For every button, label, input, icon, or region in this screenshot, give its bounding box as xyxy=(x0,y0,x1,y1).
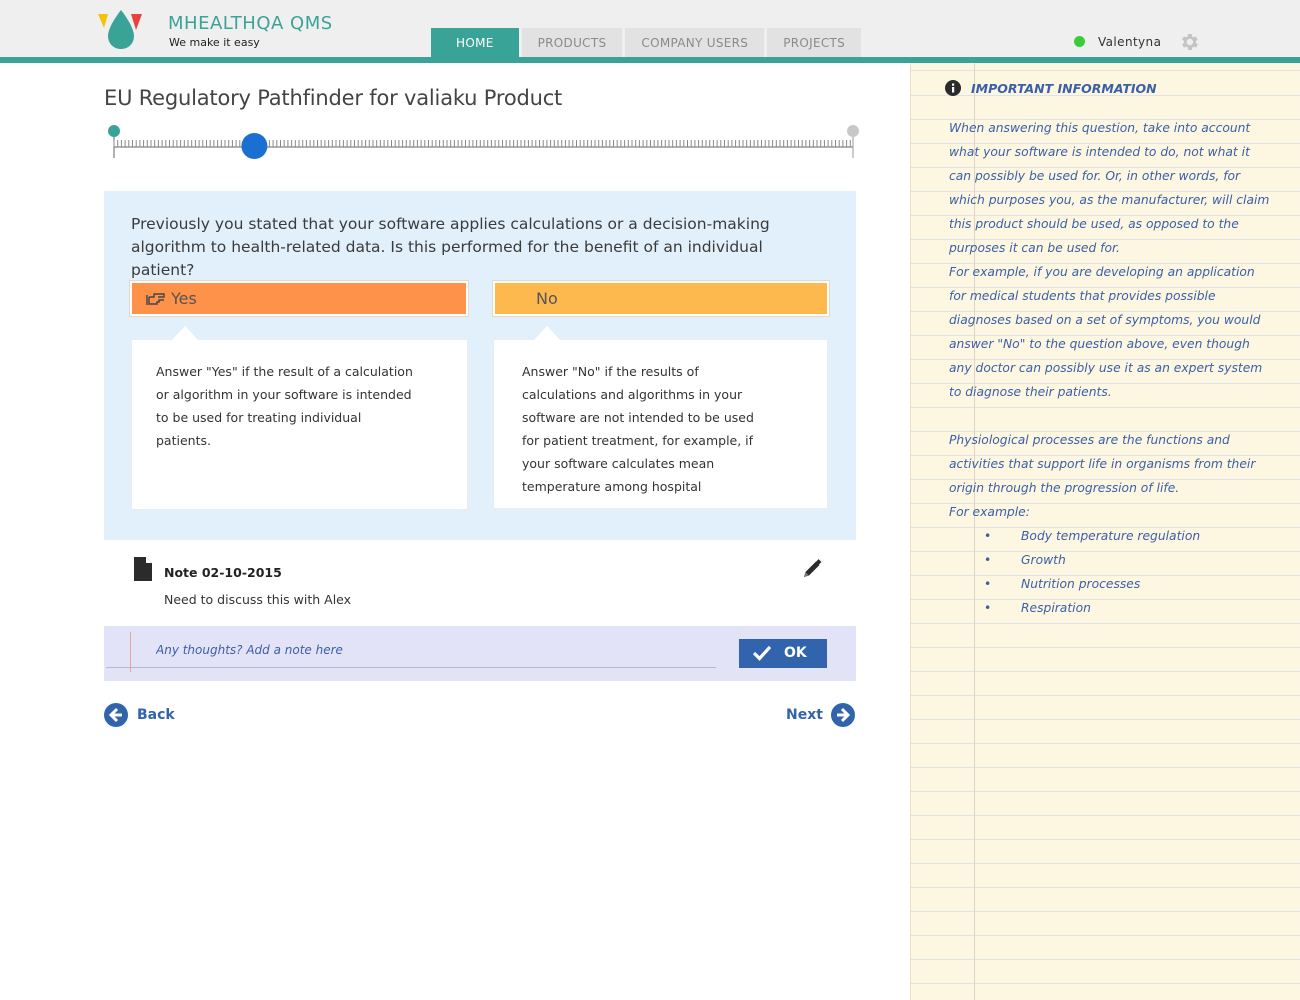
card-pointer xyxy=(534,326,560,340)
no-label: No xyxy=(536,289,558,308)
pointing-hand-icon xyxy=(146,293,165,305)
no-button[interactable]: No xyxy=(493,281,829,316)
question-text: Previously you stated that your software… xyxy=(131,215,770,279)
next-label: Next xyxy=(786,707,823,723)
logo-icon[interactable] xyxy=(98,10,144,50)
user-name[interactable]: Valentyna xyxy=(1098,35,1161,49)
list-item: Growth xyxy=(949,548,1271,572)
list-item: Body temperature regulation xyxy=(949,524,1271,548)
sidebar-paragraph: For example: xyxy=(949,505,1030,519)
yes-label: Yes xyxy=(171,289,197,308)
page-title: EU Regulatory Pathfinder for valiaku Pro… xyxy=(104,86,563,110)
online-status-indicator xyxy=(1074,36,1085,47)
note-text: Need to discuss this with Alex xyxy=(164,592,352,607)
header: MHEALTHQA QMS We make it easy HOME PRODU… xyxy=(0,0,1300,57)
brand-name: MHEALTHQA QMS xyxy=(168,13,333,34)
progress-slider[interactable] xyxy=(104,122,864,166)
check-icon xyxy=(753,645,771,661)
sidebar-edge xyxy=(910,63,911,1000)
yes-explanation-text: Answer "Yes" if the result of a calculat… xyxy=(156,364,413,448)
main-nav: HOME PRODUCTS COMPANY USERS PROJECTS xyxy=(431,28,862,57)
list-item: Respiration xyxy=(949,596,1271,620)
back-label: Back xyxy=(137,707,175,723)
note-input-panel: OK xyxy=(104,626,856,681)
slider-end-dot xyxy=(847,125,859,137)
tab-products[interactable]: PRODUCTS xyxy=(521,28,623,57)
list-item: Nutrition processes xyxy=(949,572,1271,596)
note-input[interactable] xyxy=(106,632,716,668)
progress-track xyxy=(108,125,859,159)
tab-company-users[interactable]: COMPANY USERS xyxy=(625,28,765,57)
slider-handle[interactable] xyxy=(241,133,268,159)
sidebar-body: When answering this question, take into … xyxy=(949,116,1271,620)
ok-button[interactable]: OK xyxy=(739,639,827,668)
question-panel: Previously you stated that your software… xyxy=(104,191,856,540)
sidebar-paragraph: Physiological processes are the function… xyxy=(949,433,1256,495)
info-sidebar: IMPORTANT INFORMATION When answering thi… xyxy=(910,63,1300,1000)
ok-label: OK xyxy=(784,645,807,661)
slider-start-dot xyxy=(108,125,120,137)
no-explanation-card: Answer "No" if the results of calculatio… xyxy=(493,326,828,509)
arrow-right-circle-icon xyxy=(831,703,855,727)
yes-button[interactable]: Yes xyxy=(130,281,468,316)
note-title: Note 02-10-2015 xyxy=(164,565,282,580)
pencil-icon[interactable] xyxy=(801,558,823,580)
gear-icon[interactable] xyxy=(1178,31,1200,53)
sidebar-paragraph: When answering this question, take into … xyxy=(949,121,1270,255)
brand-tagline: We make it easy xyxy=(169,36,260,49)
card-pointer xyxy=(172,326,198,340)
document-icon xyxy=(134,557,152,581)
tab-projects[interactable]: PROJECTS xyxy=(767,28,862,57)
arrow-left-circle-icon xyxy=(104,703,128,727)
tab-home[interactable]: HOME xyxy=(431,28,519,57)
no-explanation-text: Answer "No" if the results of calculatio… xyxy=(522,364,754,494)
info-icon xyxy=(945,80,961,96)
examples-list: Body temperature regulation Growth Nutri… xyxy=(949,524,1271,620)
sidebar-paragraph: For example, if you are developing an ap… xyxy=(949,265,1263,399)
yes-explanation-card: Answer "Yes" if the result of a calculat… xyxy=(131,326,468,510)
sidebar-title: IMPORTANT INFORMATION xyxy=(971,81,1157,96)
